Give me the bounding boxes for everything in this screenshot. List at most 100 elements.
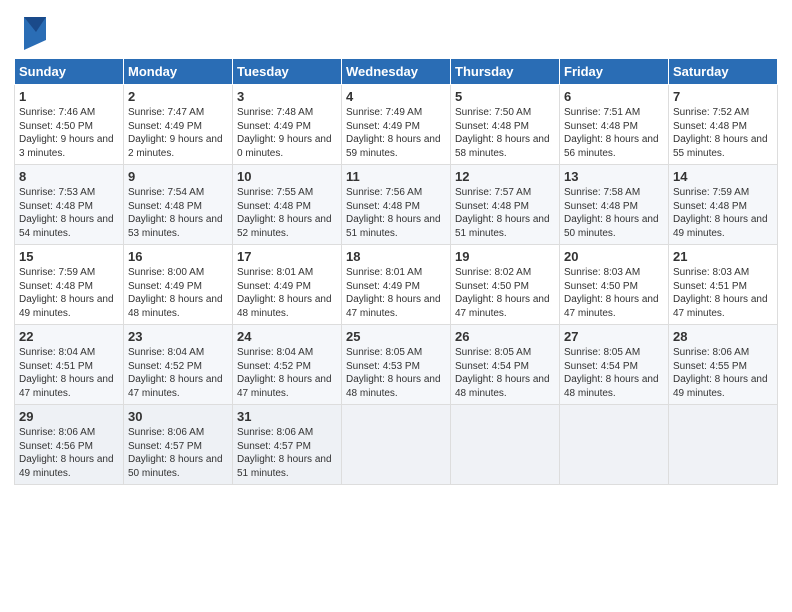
day-number: 1 xyxy=(19,89,119,104)
day-number: 30 xyxy=(128,409,228,424)
calendar-cell xyxy=(451,405,560,485)
calendar-cell: 23 Sunrise: 8:04 AMSunset: 4:52 PMDayligh… xyxy=(124,325,233,405)
calendar-cell: 10 Sunrise: 7:55 AMSunset: 4:48 PMDayligh… xyxy=(233,165,342,245)
calendar-cell: 20Sunrise: 8:03 AMSunset: 4:50 PMDayligh… xyxy=(560,245,669,325)
calendar-cell: 22 Sunrise: 8:04 AMSunset: 4:51 PMDayligh… xyxy=(15,325,124,405)
day-number: 11 xyxy=(346,169,446,184)
cell-info: Sunrise: 8:04 AMSunset: 4:52 PMDaylight:… xyxy=(128,346,228,400)
weekday-header-thursday: Thursday xyxy=(451,59,560,85)
calendar-cell: 2Sunrise: 7:47 AMSunset: 4:49 PMDaylight… xyxy=(124,85,233,165)
calendar-cell: 11Sunrise: 7:56 AMSunset: 4:48 PMDayligh… xyxy=(342,165,451,245)
cell-info: Sunrise: 8:01 AMSunset: 4:49 PMDaylight:… xyxy=(237,266,337,320)
cell-info: Sunrise: 7:59 AMSunset: 4:48 PMDaylight:… xyxy=(19,266,119,320)
cell-info: Sunrise: 8:03 AMSunset: 4:50 PMDaylight:… xyxy=(564,266,664,320)
day-number: 3 xyxy=(237,89,337,104)
calendar-cell: 19 Sunrise: 8:02 AMSunset: 4:50 PMDayligh… xyxy=(451,245,560,325)
cell-info: Sunrise: 8:02 AMSunset: 4:50 PMDaylight:… xyxy=(455,266,555,320)
day-number: 4 xyxy=(346,89,446,104)
day-number: 26 xyxy=(455,329,555,344)
cell-info: Sunrise: 8:01 AMSunset: 4:49 PMDaylight:… xyxy=(346,266,446,320)
calendar-cell: 12 Sunrise: 7:57 AMSunset: 4:48 PMDayligh… xyxy=(451,165,560,245)
calendar-cell: 6 Sunrise: 7:51 AMSunset: 4:48 PMDaylight… xyxy=(560,85,669,165)
calendar-cell xyxy=(560,405,669,485)
logo-icon xyxy=(14,12,52,50)
calendar-cell: 14Sunrise: 7:59 AMSunset: 4:48 PMDayligh… xyxy=(669,165,778,245)
weekday-header-saturday: Saturday xyxy=(669,59,778,85)
calendar-cell: 15 Sunrise: 7:59 AMSunset: 4:48 PMDayligh… xyxy=(15,245,124,325)
calendar-week-row: 29 Sunrise: 8:06 AMSunset: 4:56 PMDayligh… xyxy=(15,405,778,485)
cell-info: Sunrise: 7:59 AMSunset: 4:48 PMDaylight:… xyxy=(673,186,773,240)
calendar-table: SundayMondayTuesdayWednesdayThursdayFrid… xyxy=(14,58,778,485)
calendar-cell: 8 Sunrise: 7:53 AMSunset: 4:48 PMDaylight… xyxy=(15,165,124,245)
weekday-header-sunday: Sunday xyxy=(15,59,124,85)
day-number: 27 xyxy=(564,329,664,344)
calendar-cell: 28Sunrise: 8:06 AMSunset: 4:55 PMDayligh… xyxy=(669,325,778,405)
day-number: 9 xyxy=(128,169,228,184)
day-number: 7 xyxy=(673,89,773,104)
day-number: 6 xyxy=(564,89,664,104)
day-number: 19 xyxy=(455,249,555,264)
calendar-cell: 31Sunrise: 8:06 AMSunset: 4:57 PMDayligh… xyxy=(233,405,342,485)
cell-info: Sunrise: 7:49 AMSunset: 4:49 PMDaylight:… xyxy=(346,106,446,160)
cell-info: Sunrise: 8:04 AMSunset: 4:51 PMDaylight:… xyxy=(19,346,119,400)
cell-info: Sunrise: 7:47 AMSunset: 4:49 PMDaylight:… xyxy=(128,106,228,160)
calendar-cell: 27 Sunrise: 8:05 AMSunset: 4:54 PMDayligh… xyxy=(560,325,669,405)
weekday-header-monday: Monday xyxy=(124,59,233,85)
calendar-cell xyxy=(342,405,451,485)
calendar-week-row: 8 Sunrise: 7:53 AMSunset: 4:48 PMDaylight… xyxy=(15,165,778,245)
calendar-cell: 5 Sunrise: 7:50 AMSunset: 4:48 PMDaylight… xyxy=(451,85,560,165)
day-number: 22 xyxy=(19,329,119,344)
cell-info: Sunrise: 7:46 AMSunset: 4:50 PMDaylight:… xyxy=(19,106,119,160)
day-number: 13 xyxy=(564,169,664,184)
cell-info: Sunrise: 8:03 AMSunset: 4:51 PMDaylight:… xyxy=(673,266,773,320)
cell-info: Sunrise: 7:48 AMSunset: 4:49 PMDaylight:… xyxy=(237,106,337,160)
cell-info: Sunrise: 8:06 AMSunset: 4:57 PMDaylight:… xyxy=(128,426,228,480)
weekday-header-tuesday: Tuesday xyxy=(233,59,342,85)
day-number: 31 xyxy=(237,409,337,424)
day-number: 23 xyxy=(128,329,228,344)
day-number: 12 xyxy=(455,169,555,184)
calendar-cell: 7 Sunrise: 7:52 AMSunset: 4:48 PMDaylight… xyxy=(669,85,778,165)
cell-info: Sunrise: 7:54 AMSunset: 4:48 PMDaylight:… xyxy=(128,186,228,240)
calendar-cell: 1 Sunrise: 7:46 AMSunset: 4:50 PMDaylight… xyxy=(15,85,124,165)
cell-info: Sunrise: 7:55 AMSunset: 4:48 PMDaylight:… xyxy=(237,186,337,240)
day-number: 29 xyxy=(19,409,119,424)
cell-info: Sunrise: 7:51 AMSunset: 4:48 PMDaylight:… xyxy=(564,106,664,160)
cell-info: Sunrise: 7:52 AMSunset: 4:48 PMDaylight:… xyxy=(673,106,773,160)
cell-info: Sunrise: 8:05 AMSunset: 4:53 PMDaylight:… xyxy=(346,346,446,400)
cell-info: Sunrise: 8:05 AMSunset: 4:54 PMDaylight:… xyxy=(455,346,555,400)
calendar-week-row: 1 Sunrise: 7:46 AMSunset: 4:50 PMDaylight… xyxy=(15,85,778,165)
cell-info: Sunrise: 8:06 AMSunset: 4:56 PMDaylight:… xyxy=(19,426,119,480)
day-number: 28 xyxy=(673,329,773,344)
day-number: 5 xyxy=(455,89,555,104)
day-number: 17 xyxy=(237,249,337,264)
day-number: 21 xyxy=(673,249,773,264)
day-number: 15 xyxy=(19,249,119,264)
day-number: 25 xyxy=(346,329,446,344)
cell-info: Sunrise: 7:58 AMSunset: 4:48 PMDaylight:… xyxy=(564,186,664,240)
cell-info: Sunrise: 8:00 AMSunset: 4:49 PMDaylight:… xyxy=(128,266,228,320)
calendar-cell: 4 Sunrise: 7:49 AMSunset: 4:49 PMDaylight… xyxy=(342,85,451,165)
weekday-header-row: SundayMondayTuesdayWednesdayThursdayFrid… xyxy=(15,59,778,85)
calendar-week-row: 15 Sunrise: 7:59 AMSunset: 4:48 PMDayligh… xyxy=(15,245,778,325)
calendar-cell: 26 Sunrise: 8:05 AMSunset: 4:54 PMDayligh… xyxy=(451,325,560,405)
cell-info: Sunrise: 7:57 AMSunset: 4:48 PMDaylight:… xyxy=(455,186,555,240)
day-number: 16 xyxy=(128,249,228,264)
calendar-cell: 29 Sunrise: 8:06 AMSunset: 4:56 PMDayligh… xyxy=(15,405,124,485)
calendar-week-row: 22 Sunrise: 8:04 AMSunset: 4:51 PMDayligh… xyxy=(15,325,778,405)
calendar-cell: 18Sunrise: 8:01 AMSunset: 4:49 PMDayligh… xyxy=(342,245,451,325)
calendar-cell: 17 Sunrise: 8:01 AMSunset: 4:49 PMDayligh… xyxy=(233,245,342,325)
day-number: 8 xyxy=(19,169,119,184)
cell-info: Sunrise: 8:05 AMSunset: 4:54 PMDaylight:… xyxy=(564,346,664,400)
cell-info: Sunrise: 7:53 AMSunset: 4:48 PMDaylight:… xyxy=(19,186,119,240)
calendar-cell: 25 Sunrise: 8:05 AMSunset: 4:53 PMDayligh… xyxy=(342,325,451,405)
day-number: 10 xyxy=(237,169,337,184)
weekday-header-wednesday: Wednesday xyxy=(342,59,451,85)
calendar-cell: 3 Sunrise: 7:48 AMSunset: 4:49 PMDaylight… xyxy=(233,85,342,165)
cell-info: Sunrise: 7:50 AMSunset: 4:48 PMDaylight:… xyxy=(455,106,555,160)
day-number: 24 xyxy=(237,329,337,344)
header xyxy=(14,12,778,50)
calendar-cell xyxy=(669,405,778,485)
calendar-cell: 16 Sunrise: 8:00 AMSunset: 4:49 PMDayligh… xyxy=(124,245,233,325)
calendar-cell: 30 Sunrise: 8:06 AMSunset: 4:57 PMDayligh… xyxy=(124,405,233,485)
